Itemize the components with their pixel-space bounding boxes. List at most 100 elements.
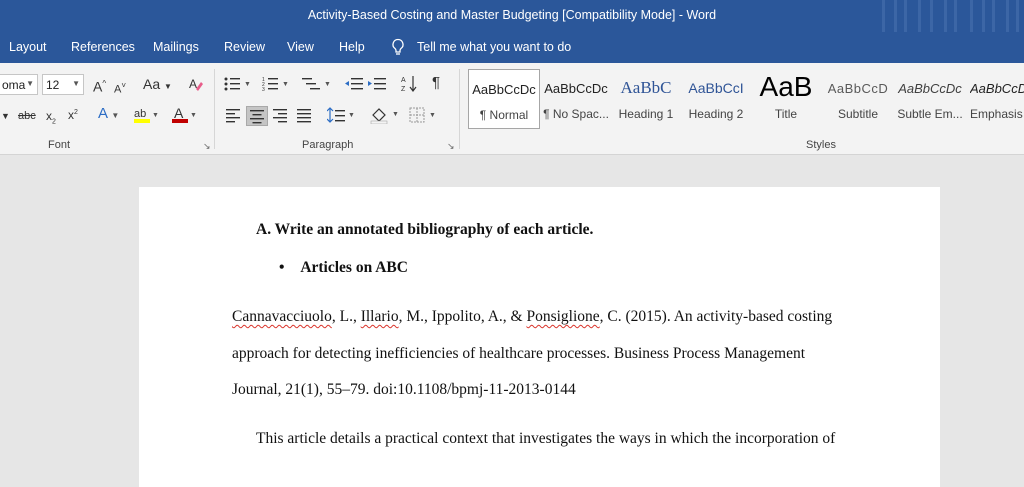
align-center-icon[interactable] bbox=[246, 106, 268, 126]
clear-formatting-icon[interactable]: A bbox=[188, 76, 204, 92]
ribbon-tabs: Layout References Mailings Review View H… bbox=[0, 32, 1024, 63]
style-heading-2[interactable]: AaBbCcI Heading 2 bbox=[680, 69, 752, 129]
align-right-icon[interactable] bbox=[272, 107, 288, 123]
style-subtle-emphasis[interactable]: AaBbCcDc Subtle Em... bbox=[894, 69, 966, 129]
document-canvas: A. Write an annotated bibliography of ea… bbox=[0, 155, 1024, 487]
citation-line-1: Cannavacciuolo, L., Illario, M., Ippolit… bbox=[232, 308, 832, 326]
align-left-icon[interactable] bbox=[225, 107, 241, 123]
title-bar: Activity-Based Costing and Master Budget… bbox=[0, 0, 1024, 32]
font-color-icon[interactable]: A ▼ bbox=[172, 106, 198, 124]
chevron-down-icon: ▼ bbox=[72, 79, 80, 88]
dialog-launcher-icon[interactable]: ↘ bbox=[447, 141, 455, 152]
change-case-icon[interactable]: Aa ▼ bbox=[143, 76, 172, 95]
group-divider bbox=[459, 69, 460, 149]
font-size-combo[interactable]: 12 ▼ bbox=[42, 74, 84, 95]
superscript-icon[interactable]: x2 bbox=[68, 105, 78, 123]
spelling-error[interactable]: Illario bbox=[361, 308, 399, 325]
svg-text:A: A bbox=[189, 77, 197, 91]
citation-text: , M., Ippolito, A., & bbox=[398, 308, 527, 325]
svg-text:A: A bbox=[174, 106, 184, 121]
svg-text:▼: ▼ bbox=[348, 112, 355, 119]
tab-help[interactable]: Help bbox=[339, 40, 365, 54]
style-preview: AaBbCcDc bbox=[544, 81, 608, 96]
svg-text:A: A bbox=[401, 77, 406, 84]
tab-review[interactable]: Review bbox=[224, 40, 265, 54]
font-name-value: oma bbox=[2, 78, 26, 92]
style-preview: AaBbC bbox=[620, 78, 672, 97]
body-paragraph: This article details a practical context… bbox=[256, 430, 836, 447]
multilevel-list-icon[interactable]: ▼ bbox=[302, 76, 332, 92]
style-name: Subtle Em... bbox=[897, 107, 963, 121]
font-name-combo[interactable]: oma ▼ bbox=[0, 74, 38, 95]
style-name: Subtitle bbox=[837, 107, 879, 121]
style-name: Title bbox=[774, 107, 798, 121]
citation-line-3: Journal, 21(1), 55–79. doi:10.1108/bpmj-… bbox=[232, 381, 576, 398]
style-name: ¶ No Spac... bbox=[543, 107, 609, 121]
style-preview: AaBbCcD bbox=[827, 81, 889, 96]
tab-mailings[interactable]: Mailings bbox=[153, 40, 199, 54]
grow-font-icon[interactable]: A^ bbox=[93, 76, 106, 95]
style-subtitle[interactable]: AaBbCcD Subtitle bbox=[822, 69, 894, 129]
citation-text: , C. (2015). An activity-based costing bbox=[599, 308, 833, 325]
numbering-icon[interactable]: 1 2 3 ▼ bbox=[262, 76, 290, 92]
highlight-color-icon[interactable]: ab ▼ bbox=[134, 106, 160, 124]
bullets-icon[interactable]: ▼ bbox=[224, 76, 252, 92]
subscript-icon[interactable]: x2 bbox=[46, 108, 56, 130]
decrease-indent-icon[interactable] bbox=[345, 76, 363, 92]
style-normal[interactable]: AaBbCcDc ¶ Normal bbox=[468, 69, 540, 129]
style-preview: AaBbCcDc bbox=[898, 81, 962, 96]
tab-references[interactable]: References bbox=[71, 40, 135, 54]
tab-layout[interactable]: Layout bbox=[9, 40, 47, 54]
svg-text:3: 3 bbox=[262, 87, 265, 92]
style-preview: AaBbCcI bbox=[688, 80, 744, 96]
borders-icon[interactable]: ▼ bbox=[409, 107, 439, 123]
style-no-spacing[interactable]: AaBbCcDc ¶ No Spac... bbox=[540, 69, 612, 129]
svg-text:▼: ▼ bbox=[324, 81, 331, 88]
svg-text:ab: ab bbox=[134, 108, 146, 120]
chevron-down-icon[interactable]: ▼ bbox=[1, 108, 10, 124]
dialog-launcher-icon[interactable]: ↘ bbox=[203, 141, 211, 152]
group-divider bbox=[214, 69, 215, 149]
spelling-error[interactable]: Cannavacciuolo bbox=[232, 308, 332, 325]
citation-line-2: approach for detecting inefficiencies of… bbox=[232, 345, 806, 362]
style-heading-1[interactable]: AaBbC Heading 1 bbox=[610, 69, 682, 129]
section-heading: A. Write an annotated bibliography of ea… bbox=[256, 221, 594, 238]
clipped-previous-line bbox=[319, 187, 709, 191]
style-name: Heading 1 bbox=[618, 107, 674, 121]
style-emphasis[interactable]: AaBbCcDc Emphasis bbox=[966, 69, 1024, 129]
tab-view[interactable]: View bbox=[287, 40, 314, 54]
window-title: Activity-Based Costing and Master Budget… bbox=[307, 8, 717, 22]
font-size-value: 12 bbox=[46, 78, 60, 92]
lightbulb-icon[interactable] bbox=[390, 38, 406, 56]
ribbon-home: oma ▼ 12 ▼ A^ A˅ Aa ▼ A ▼ abc x2 x2 A ▼ … bbox=[0, 63, 1024, 155]
sort-icon[interactable]: AZ bbox=[401, 75, 417, 93]
paragraph-group-label: Paragraph bbox=[302, 139, 354, 151]
styles-gallery: AaBbCcDc ¶ Normal AaBbCcDc ¶ No Spac... … bbox=[466, 69, 1024, 131]
strikethrough-icon[interactable]: abc bbox=[18, 108, 36, 124]
style-preview: AaBbCcDc bbox=[472, 82, 536, 97]
svg-text:Z: Z bbox=[401, 86, 406, 93]
justify-icon[interactable] bbox=[296, 107, 312, 123]
style-title[interactable]: AaB Title bbox=[750, 69, 822, 129]
shading-icon[interactable]: ▼ bbox=[370, 106, 400, 124]
style-preview: AaBbCcDc bbox=[970, 81, 1024, 96]
shrink-font-icon[interactable]: A˅ bbox=[114, 78, 126, 98]
style-name: Heading 2 bbox=[688, 107, 744, 121]
citation-text: , L., bbox=[331, 308, 361, 325]
svg-text:▼: ▼ bbox=[282, 81, 289, 88]
show-formatting-icon[interactable]: ¶ bbox=[432, 75, 440, 91]
font-group-label: Font bbox=[48, 139, 71, 151]
document-page[interactable]: A. Write an annotated bibliography of ea… bbox=[139, 187, 940, 487]
line-spacing-icon[interactable]: ▼ bbox=[327, 107, 355, 123]
bullet-list-item: • Articles on ABC bbox=[279, 259, 408, 277]
spelling-error[interactable]: Ponsiglione bbox=[526, 308, 599, 325]
styles-group-label: Styles bbox=[806, 139, 836, 151]
bullet-text: Articles on ABC bbox=[300, 259, 408, 276]
text-effects-icon[interactable]: A ▼ bbox=[98, 106, 119, 124]
tell-me-search[interactable]: Tell me what you want to do bbox=[417, 40, 571, 54]
chevron-down-icon: ▼ bbox=[26, 79, 34, 88]
increase-indent-icon[interactable] bbox=[368, 76, 386, 92]
style-name: ¶ Normal bbox=[479, 108, 529, 122]
title-bar-pattern bbox=[874, 0, 1024, 32]
style-name: Emphasis bbox=[970, 107, 1023, 121]
